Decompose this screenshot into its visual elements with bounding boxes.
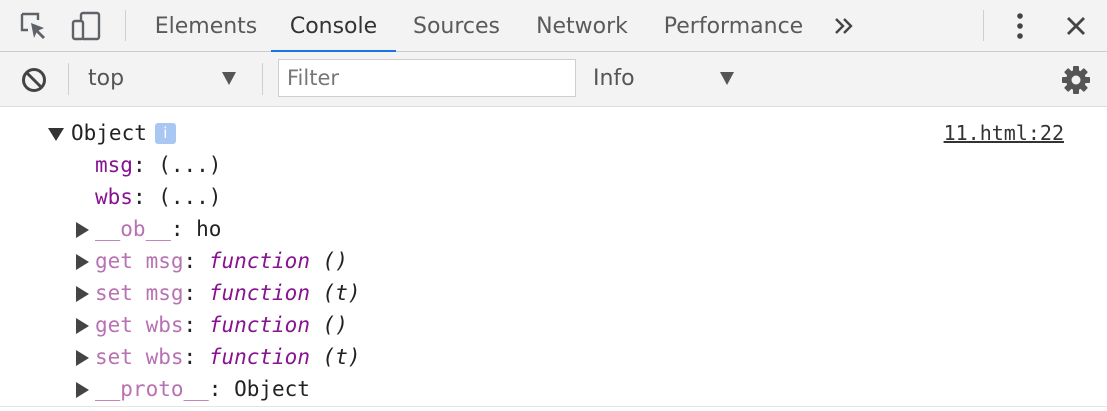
property-key: __ob__ — [95, 217, 171, 241]
property-colon: : — [183, 249, 197, 273]
filter-input[interactable] — [278, 59, 576, 97]
console-toolbar: top Info — [0, 52, 1107, 107]
function-keyword: function — [208, 345, 310, 369]
tab-sources[interactable]: Sources — [396, 0, 517, 52]
accessor-row[interactable]: get wbs: function () — [95, 309, 348, 341]
property-key: wbs — [95, 185, 133, 209]
property-row[interactable]: msg: (...) — [95, 149, 221, 181]
tabbar-divider-right — [983, 10, 984, 41]
property-colon: : — [208, 377, 222, 401]
inspect-element-icon[interactable] — [18, 10, 50, 42]
function-keyword: function — [208, 249, 310, 273]
accessor-key: set msg — [95, 281, 184, 305]
tab-network[interactable]: Network — [517, 0, 647, 52]
object-label: Object — [71, 121, 147, 145]
kebab-menu-icon[interactable] — [1004, 10, 1036, 42]
console-output: 11.html:22 Object i msg: (...) wbs: (...)… — [0, 107, 1107, 407]
function-args: (t) — [309, 345, 361, 369]
property-value: ho — [183, 217, 222, 241]
expand-arrow-icon[interactable] — [48, 128, 64, 141]
accessor-key: set wbs — [95, 345, 184, 369]
collapsed-arrow-icon[interactable] — [76, 382, 89, 398]
property-value: (...) — [145, 185, 222, 209]
property-row[interactable]: __proto__: Object — [95, 373, 310, 405]
function-args: (t) — [309, 281, 361, 305]
accessor-row[interactable]: set wbs: function (t) — [95, 341, 361, 373]
accessor-key: get wbs — [95, 313, 184, 337]
property-row[interactable]: __ob__: ho — [95, 213, 221, 245]
property-colon: : — [183, 281, 197, 305]
tabbar-divider — [125, 10, 126, 41]
property-key: __proto__ — [95, 377, 209, 401]
property-row[interactable]: wbs: (...) — [95, 181, 221, 213]
context-selector-label: top — [88, 66, 125, 91]
toolbar-divider — [68, 63, 69, 95]
collapsed-arrow-icon[interactable] — [76, 254, 89, 270]
property-colon: : — [170, 217, 184, 241]
property-colon: : — [132, 185, 146, 209]
function-args: () — [309, 249, 348, 273]
toolbar-divider-2 — [262, 63, 263, 95]
property-colon: : — [183, 345, 197, 369]
collapsed-arrow-icon[interactable] — [76, 318, 89, 334]
function-keyword: function — [208, 313, 310, 337]
info-badge-icon[interactable]: i — [154, 123, 176, 144]
close-icon[interactable] — [1060, 10, 1092, 42]
property-colon: : — [132, 153, 146, 177]
function-keyword: function — [208, 281, 310, 305]
log-level-label: Info — [593, 66, 635, 91]
property-value: Object — [221, 377, 310, 401]
object-header[interactable]: Object i — [71, 117, 176, 149]
property-value: (...) — [145, 153, 222, 177]
tab-elements[interactable]: Elements — [141, 0, 271, 52]
collapsed-arrow-icon[interactable] — [76, 222, 89, 238]
console-bottom-divider — [0, 406, 1107, 407]
accessor-row[interactable]: set msg: function (t) — [95, 277, 361, 309]
tab-performance[interactable]: Performance — [647, 0, 820, 52]
source-link[interactable]: 11.html:22 — [944, 119, 1064, 147]
gear-icon[interactable] — [1060, 64, 1092, 96]
no-entry-icon[interactable] — [20, 66, 48, 94]
accessor-row[interactable]: get msg: function () — [95, 245, 348, 277]
property-colon: : — [183, 313, 197, 337]
collapsed-arrow-icon[interactable] — [76, 350, 89, 366]
devtools-tabbar: Elements Console Sources Network Perform… — [0, 0, 1107, 52]
dropdown-arrow-icon — [222, 72, 236, 85]
chevron-double-right-icon[interactable] — [828, 10, 860, 42]
collapsed-arrow-icon[interactable] — [76, 286, 89, 302]
accessor-key: get msg — [95, 249, 184, 273]
tab-console[interactable]: Console — [271, 0, 396, 52]
function-args: () — [309, 313, 348, 337]
property-key: msg — [95, 153, 133, 177]
device-toolbar-icon[interactable] — [70, 10, 102, 42]
dropdown-arrow-icon — [720, 72, 734, 85]
